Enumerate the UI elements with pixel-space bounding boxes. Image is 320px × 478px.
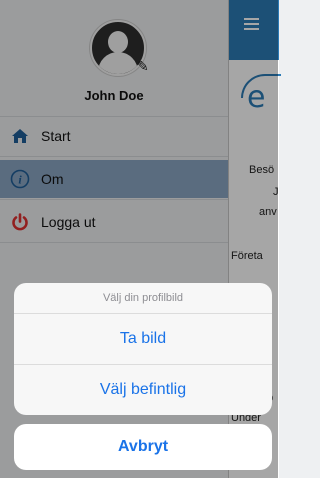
take-photo-button[interactable]: Ta bild (14, 314, 272, 365)
choose-existing-button[interactable]: Välj befintlig (14, 365, 272, 415)
cancel-button[interactable]: Avbryt (14, 424, 272, 470)
action-sheet-title: Välj din profilbild (14, 283, 272, 314)
action-sheet: Välj din profilbild Ta bild Välj befintl… (14, 283, 272, 415)
